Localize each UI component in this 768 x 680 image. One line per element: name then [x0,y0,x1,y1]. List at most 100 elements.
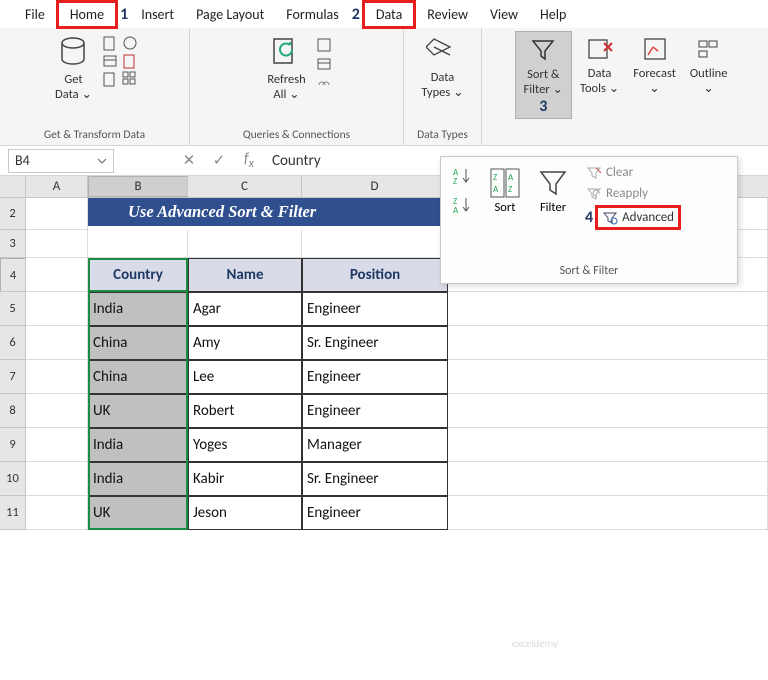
properties-icon[interactable] [316,57,332,73]
table-cell[interactable]: UK [88,394,188,428]
existing-conn-icon[interactable] [102,71,118,87]
hdr-position[interactable]: Position [302,258,448,292]
cell[interactable] [26,230,88,258]
sort-dialog-button[interactable]: ZAAZ Sort [483,163,527,261]
title-cell[interactable]: Use Advanced Sort & Filter [88,198,448,226]
cell[interactable] [448,360,768,394]
from-table-icon[interactable] [102,53,118,69]
reapply-button[interactable]: Reapply [583,184,681,203]
table-cell[interactable]: Kabir [188,462,302,496]
row-8[interactable]: 8 [0,394,26,428]
table-cell[interactable]: Amy [188,326,302,360]
cell[interactable] [26,258,88,292]
table-cell[interactable]: Engineer [302,360,448,394]
table-cell[interactable]: UK [88,496,188,530]
sort-desc-button[interactable]: ZA [447,192,479,218]
table-cell[interactable]: India [88,462,188,496]
table-cell[interactable]: Engineer [302,496,448,530]
data-types-icon [426,35,458,67]
table-cell[interactable]: India [88,292,188,326]
menu-insert[interactable]: Insert [130,3,185,26]
row-3[interactable]: 3 [0,230,26,258]
refresh-all-button[interactable]: Refresh All ⌄ [261,31,311,104]
table-cell[interactable]: Engineer [302,292,448,326]
row-6[interactable]: 6 [0,326,26,360]
col-A[interactable]: A [26,176,88,197]
refresh-label: Refresh All ⌄ [267,72,305,102]
cell[interactable] [448,394,768,428]
row-7[interactable]: 7 [0,360,26,394]
sort-asc-button[interactable]: AZ [447,163,479,189]
row-5[interactable]: 5 [0,292,26,326]
data-types-button[interactable]: Data Types ⌄ [415,31,469,102]
menu-data[interactable]: Data [362,0,416,29]
data-tools-button[interactable]: Data Tools ⌄ [574,31,625,98]
hdr-country[interactable]: Country [88,258,188,292]
menu-home[interactable]: Home [56,0,118,29]
col-B[interactable]: B [88,176,188,197]
col-D[interactable]: D [302,176,448,197]
table-cell[interactable]: Yoges [188,428,302,462]
cell[interactable] [448,292,768,326]
cell[interactable] [448,462,768,496]
advanced-button[interactable]: Advanced [595,205,681,230]
cell[interactable] [26,360,88,394]
queries-icon[interactable] [316,37,332,53]
cell[interactable] [188,230,302,258]
cell[interactable] [26,198,88,230]
from-text-icon[interactable] [102,35,118,51]
table-cell[interactable]: Manager [302,428,448,462]
menu-help[interactable]: Help [529,3,577,26]
table-cell[interactable]: Lee [188,360,302,394]
cell[interactable] [448,428,768,462]
cell[interactable] [302,230,448,258]
row-2[interactable]: 2 [0,198,26,230]
enter-fx-button[interactable]: ✓ [204,149,234,173]
row-9[interactable]: 9 [0,428,26,462]
svg-text:A: A [508,172,514,183]
cell[interactable] [26,292,88,326]
menu-formulas[interactable]: Formulas [275,3,349,26]
table-cell[interactable]: Sr. Engineer [302,326,448,360]
cell[interactable] [26,462,88,496]
menu-file[interactable]: File [14,3,56,26]
row-4[interactable]: 4 [0,258,26,292]
fx-button[interactable]: fx [234,149,264,173]
recent-sources-icon[interactable] [122,53,138,69]
table-cell[interactable]: Sr. Engineer [302,462,448,496]
cell[interactable] [26,326,88,360]
table-cell[interactable]: Jeson [188,496,302,530]
table-cell[interactable]: India [88,428,188,462]
row-11[interactable]: 11 [0,496,26,530]
table-cell[interactable]: Agar [188,292,302,326]
filter-button[interactable]: Filter [531,163,575,261]
cancel-fx-button[interactable]: ✕ [174,149,204,173]
menu-view[interactable]: View [479,3,529,26]
grid-icon[interactable] [122,71,138,87]
from-web-icon[interactable] [122,35,138,51]
hdr-name[interactable]: Name [188,258,302,292]
table-cell[interactable]: Engineer [302,394,448,428]
cell[interactable] [26,428,88,462]
cell[interactable] [26,394,88,428]
table-cell[interactable]: China [88,326,188,360]
select-all[interactable] [0,176,26,197]
table-cell[interactable]: Robert [188,394,302,428]
menu-page-layout[interactable]: Page Layout [185,3,275,26]
table-cell[interactable]: China [88,360,188,394]
clear-button[interactable]: Clear [583,163,681,182]
menu-review[interactable]: Review [416,3,479,26]
row-10[interactable]: 10 [0,462,26,496]
forecast-icon [641,35,669,63]
cell[interactable] [88,230,188,258]
forecast-button[interactable]: Forecast ⌄ [627,31,682,98]
get-data-button[interactable]: Get Data ⌄ [49,31,98,104]
cell[interactable] [26,496,88,530]
links-icon[interactable] [316,77,332,93]
cell[interactable] [448,326,768,360]
col-C[interactable]: C [188,176,302,197]
sort-filter-button[interactable]: Sort & Filter ⌄ 3 [515,31,572,119]
cell[interactable] [448,496,768,530]
outline-button[interactable]: Outline ⌄ [684,31,734,98]
name-box[interactable]: B4 [8,149,114,173]
